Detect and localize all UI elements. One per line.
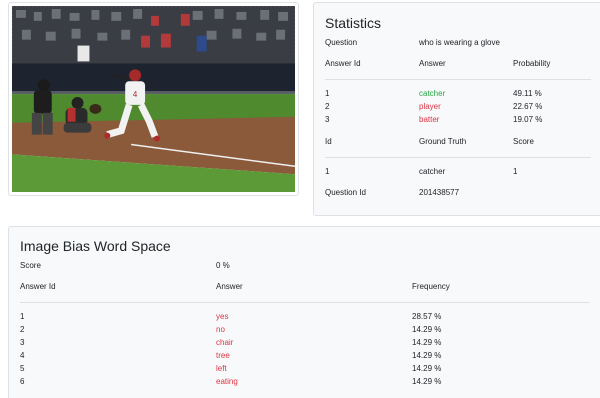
answer-header: Answer xyxy=(419,59,446,68)
question-label: Question xyxy=(325,38,358,47)
bias-answer-id: 6 xyxy=(20,377,25,386)
svg-text:4: 4 xyxy=(133,90,138,99)
bias-answer-frequency: 14.29 % xyxy=(412,351,442,360)
answer-probability: 22.67 % xyxy=(513,102,543,111)
bias-answer-header: Answer xyxy=(216,282,243,291)
answer-probability: 19.07 % xyxy=(513,115,543,124)
ground-truth-header: Ground Truth xyxy=(419,137,467,146)
bias-frequency-header: Frequency xyxy=(412,282,450,291)
image-bias-card: Image Bias Word Space Score 0 % Answer I… xyxy=(8,226,600,398)
gt-score: 1 xyxy=(513,167,518,176)
answer-id: 3 xyxy=(325,115,330,124)
answer-text: catcher xyxy=(419,89,446,98)
answer-id: 2 xyxy=(325,102,330,111)
bias-answer-frequency: 14.29 % xyxy=(412,325,442,334)
gt-id-header: Id xyxy=(325,137,332,146)
image-bias-title: Image Bias Word Space xyxy=(20,238,171,254)
baseball-scene-photo: 4 xyxy=(12,6,295,192)
probability-header: Probability xyxy=(513,59,551,68)
question-image: 4 xyxy=(8,2,299,196)
bias-answer-frequency: 14.29 % xyxy=(412,338,442,347)
bias-answer-frequency: 14.29 % xyxy=(412,377,442,386)
bias-answer-text: eating xyxy=(216,377,238,386)
question-text: who is wearing a glove xyxy=(419,38,500,47)
statistics-card: Statistics Question who is wearing a glo… xyxy=(313,2,600,216)
bias-score-value: 0 % xyxy=(216,261,230,270)
answer-id-header: Answer Id xyxy=(325,59,361,68)
bias-answer-text: no xyxy=(216,325,225,334)
answer-id: 1 xyxy=(325,89,330,98)
statistics-title: Statistics xyxy=(325,15,382,31)
gt-answer: catcher xyxy=(419,167,446,176)
question-id-value: 201438577 xyxy=(419,188,460,197)
question-id-label: Question Id xyxy=(325,188,366,197)
bias-answer-text: tree xyxy=(216,351,230,360)
bias-answer-frequency: 28.57 % xyxy=(412,312,442,321)
bias-answer-id-header: Answer Id xyxy=(20,282,56,291)
bias-answer-id: 5 xyxy=(20,364,25,373)
answer-text: player xyxy=(419,102,441,111)
gt-id: 1 xyxy=(325,167,330,176)
bias-answer-text: yes xyxy=(216,312,229,321)
bias-answer-id: 3 xyxy=(20,338,25,347)
bias-answer-text: chair xyxy=(216,338,234,347)
gt-header-divider xyxy=(325,157,591,158)
answers-header-divider xyxy=(325,79,591,80)
vqa-result-page: 4 Statistics Question who is wearing a g… xyxy=(0,0,600,398)
bias-score-label: Score xyxy=(20,261,41,270)
bias-answer-id: 1 xyxy=(20,312,25,321)
answer-text: batter xyxy=(419,115,440,124)
score-header: Score xyxy=(513,137,534,146)
bias-header-divider xyxy=(20,302,590,303)
bias-answer-frequency: 14.29 % xyxy=(412,364,442,373)
answer-probability: 49.11 % xyxy=(513,89,542,98)
bias-answer-id: 2 xyxy=(20,325,25,334)
bias-answer-text: left xyxy=(216,364,227,373)
bias-answer-id: 4 xyxy=(20,351,25,360)
